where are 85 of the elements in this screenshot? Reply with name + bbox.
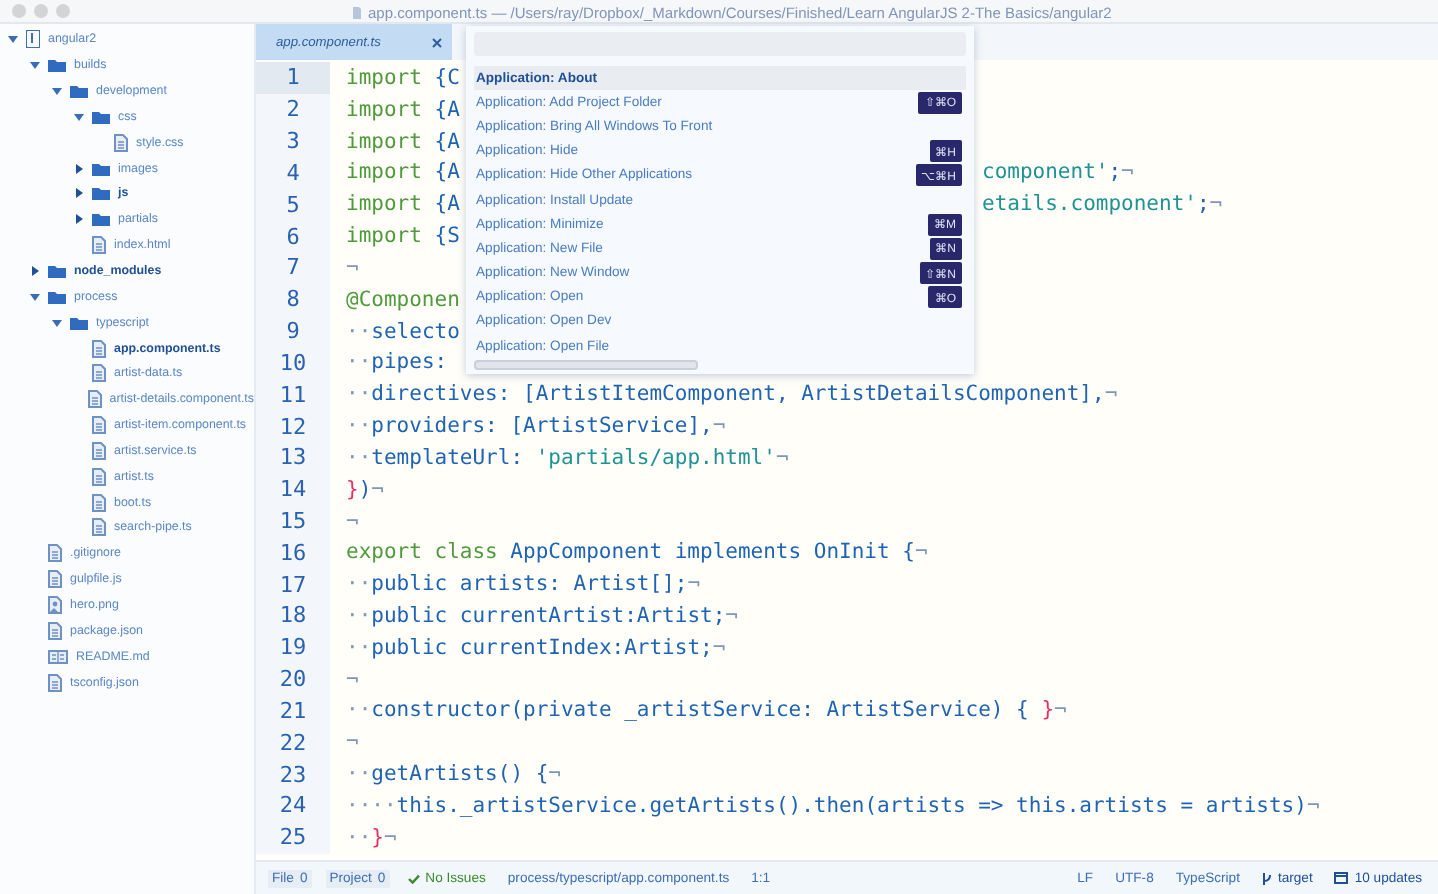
- code-text: ¬: [346, 255, 359, 280]
- file-icon: [92, 518, 106, 537]
- file-icon: [87, 390, 102, 409]
- file-icon: [48, 544, 62, 563]
- line-number: 11: [256, 378, 330, 411]
- line-number: 14: [256, 473, 330, 506]
- file-icon: [48, 673, 62, 692]
- code-text: ¬: [346, 667, 359, 692]
- line-number: 5: [256, 188, 330, 221]
- branch-icon: [1261, 871, 1272, 885]
- code-text: import {A: [346, 129, 460, 154]
- scrollbar[interactable]: [474, 360, 698, 371]
- line-number: 20: [256, 663, 330, 696]
- code-text: etails.component';¬: [982, 192, 1223, 217]
- caret-down-icon: [52, 86, 62, 97]
- caret-down-icon: [30, 60, 40, 71]
- code-text: ··getArtists() {¬: [346, 762, 561, 787]
- line-number: 13: [256, 441, 330, 474]
- line-number: 10: [256, 346, 330, 379]
- line-number: 15: [256, 505, 330, 537]
- line-number: 3: [256, 125, 330, 157]
- code-text: })¬: [346, 477, 384, 502]
- line-number: 7: [256, 251, 330, 284]
- code-text: ··providers: [ArtistService],¬: [346, 414, 726, 439]
- package-icon: [1334, 872, 1349, 884]
- caret-right-icon: [74, 188, 84, 199]
- caret-right-icon: [74, 214, 84, 225]
- line-number: 16: [256, 536, 330, 569]
- file-icon: [114, 133, 128, 152]
- code-text: import {A: [346, 97, 460, 122]
- code-text: ··public currentArtist:Artist;¬: [346, 603, 738, 628]
- code-text: ··selecto: [346, 319, 460, 344]
- file-icon: [92, 493, 106, 512]
- code-text: ¬: [346, 730, 359, 755]
- file-icon: [92, 339, 106, 358]
- file-icon: [48, 621, 62, 640]
- book-icon: [48, 649, 68, 664]
- book-icon: [26, 30, 40, 49]
- line-number: 21: [256, 695, 330, 727]
- file-icon: [92, 236, 106, 255]
- line-number: 4: [256, 156, 330, 189]
- code-text: ··public currentIndex:Artist;¬: [346, 635, 726, 660]
- caret-down-icon: [8, 34, 18, 45]
- line-number: 2: [256, 93, 330, 126]
- code-text: component';¬: [982, 160, 1134, 185]
- code-text: ··directives: [ArtistItemComponent, ArtistDetailsComponent],¬: [346, 382, 1118, 407]
- line-number: 19: [256, 631, 330, 664]
- code-text: ··constructor(private _artistService: ArtistService) { }¬: [346, 698, 1067, 723]
- code-text: ····this._artistService.getArtists().then(artists => this.artists = artists)¬: [346, 793, 1320, 818]
- caret-right-icon: [74, 163, 84, 174]
- caret-right-icon: [30, 266, 40, 277]
- code-text: ··public artists: Artist[];¬: [346, 572, 701, 597]
- checkmark-icon: [407, 873, 420, 883]
- file-icon: [92, 467, 106, 486]
- code-text: import {C: [346, 65, 460, 90]
- code-text: export class AppComponent implements OnInit {¬: [346, 540, 928, 565]
- line-number: 25: [256, 821, 330, 854]
- line-number: 23: [256, 758, 330, 791]
- caret-down-icon: [30, 291, 40, 302]
- code-text: ¬: [346, 509, 359, 533]
- code-text: ··templateUrl: 'partials/app.html'¬: [346, 445, 789, 470]
- line-number: 24: [256, 790, 330, 822]
- line-number: 9: [256, 315, 330, 347]
- file-icon: [48, 570, 62, 589]
- close-icon: [432, 37, 442, 47]
- caret-down-icon: [74, 111, 84, 122]
- line-number: 8: [256, 283, 330, 316]
- caret-down-icon: [52, 317, 62, 328]
- line-number: 6: [256, 220, 330, 252]
- line-number: 22: [256, 726, 330, 759]
- line-number: 17: [256, 568, 330, 601]
- line-number: 1: [256, 62, 330, 94]
- line-number: 12: [256, 410, 330, 442]
- code-text: ··pipes:: [346, 350, 448, 375]
- file-icon: [352, 5, 362, 19]
- code-text: import {A: [346, 192, 460, 217]
- file-icon: [92, 416, 106, 435]
- line-number: 18: [256, 600, 330, 632]
- code-text: @Componen: [346, 287, 460, 312]
- code-text: ··}¬: [346, 825, 397, 850]
- file-icon: [92, 441, 106, 460]
- image-file-icon: [48, 595, 62, 614]
- file-icon: [92, 364, 106, 383]
- code-text: import {S: [346, 224, 460, 249]
- code-text: import {A: [346, 160, 460, 185]
